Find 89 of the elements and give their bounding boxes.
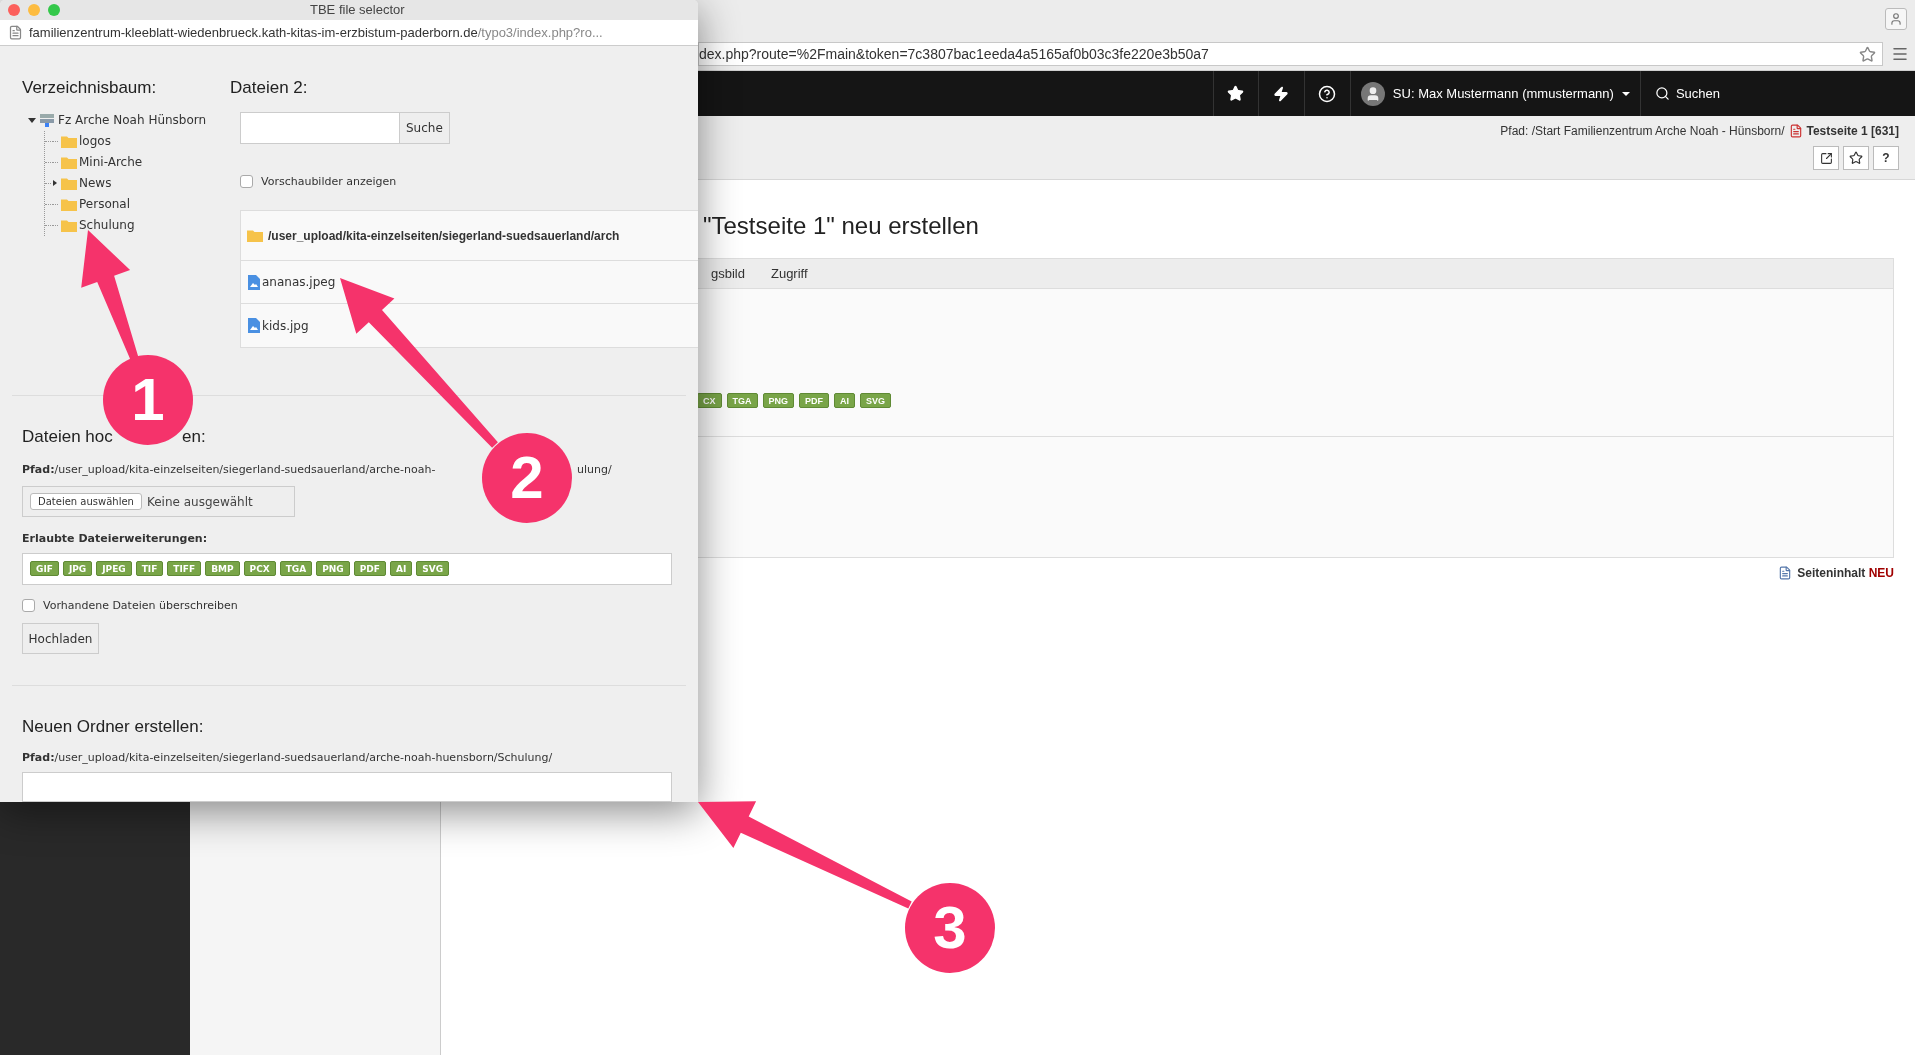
caret-icon [1621, 91, 1630, 96]
folder-icon [247, 229, 263, 242]
search-submit-button[interactable]: Suche [400, 111, 450, 144]
extension-tag: TIFF [167, 561, 202, 576]
extension-tag: JPG [62, 561, 93, 576]
window-title: TBE file selector [310, 1, 405, 20]
extension-tag: CX [697, 393, 722, 408]
no-file-selected-text: Keine ausgewählt [146, 493, 253, 511]
extension-tag: TGA [279, 561, 313, 576]
image-file-icon [248, 318, 260, 333]
extension-tag: PDF [353, 561, 386, 576]
checkbox[interactable] [22, 599, 35, 613]
form-tab[interactable]: Zugriff [758, 259, 820, 288]
address-bar[interactable]: dex.php?route=%2Fmain&token=7c3807bac1eeda4a5165af0b03c3fe220e3b50a7 [698, 42, 1883, 66]
search-button[interactable]: Suchen [1640, 71, 1915, 116]
person-icon [1889, 12, 1903, 26]
menu-icon[interactable] [1891, 45, 1909, 63]
extension-tag: SVG [860, 393, 892, 408]
profile-button[interactable] [1885, 8, 1907, 30]
open-in-new-window-button[interactable] [1813, 146, 1839, 170]
extension-tag: PCX [243, 561, 276, 576]
folder-tree-item[interactable]: logos [59, 132, 111, 150]
upload-button[interactable]: Hochladen [22, 623, 99, 654]
tree-root-item[interactable]: Fz Arche Noah Hünsborn [28, 109, 230, 131]
popup-url: familienzentrum-kleeblatt-wiedenbrueck.kath-kitas-im-erzbistum-paderborn.de/typo3/index.php?ro... [29, 23, 603, 42]
document-icon [8, 24, 23, 40]
folder-tree-item[interactable]: News [59, 174, 112, 192]
folder-icon [61, 155, 77, 169]
extension-tag: TGA [726, 393, 758, 408]
bookmark-star-icon[interactable] [1859, 45, 1876, 63]
url-text: dex.php?route=%2Fmain&token=7c3807bac1eeda4a5165af0b03c3fe220e3b50a7 [699, 44, 1210, 64]
search-input[interactable] [240, 111, 400, 144]
checkbox-label: Vorhandene Dateien überschreiben [43, 597, 238, 614]
zoom-window-button[interactable] [48, 3, 60, 16]
star-icon [1227, 85, 1245, 102]
folder-path: /user_upload/kita-einzelseiten/siegerland-suedsauerland/arch [268, 227, 620, 245]
form-tab[interactable]: gsbild [699, 259, 757, 288]
star-icon [1849, 151, 1863, 165]
folder-tree-item[interactable]: Personal [59, 195, 130, 213]
checkbox-label: Vorschaubilder anzeigen [261, 173, 397, 190]
folder-name-input[interactable] [22, 772, 672, 802]
bookmark-button[interactable] [1843, 146, 1869, 170]
new-content-link[interactable]: Seiteninhalt NEU [1797, 564, 1894, 582]
file-upload-field[interactable]: Dateien auswählen Keine ausgewählt [22, 486, 295, 517]
section-heading: Dateien 2: [230, 77, 309, 99]
folder-icon [61, 134, 77, 148]
help-icon [1318, 84, 1337, 103]
extension-tag: PNG [316, 561, 350, 576]
avatar-icon [1360, 81, 1385, 106]
folder-icon [61, 197, 77, 211]
page-icon [1788, 124, 1803, 138]
extension-tag: PDF [799, 393, 830, 408]
extension-tag: JPEG [96, 561, 132, 576]
user-name: SU: Max Mustermann (mmustermann) [1392, 84, 1614, 103]
extension-tag: AI [389, 561, 413, 576]
close-window-button[interactable] [8, 3, 20, 16]
extension-tag: PNG [762, 393, 795, 408]
help-button[interactable]: ? [1873, 146, 1899, 170]
path-text: ulung/ [577, 461, 612, 478]
folder-tree-item[interactable]: Mini-Arche [59, 153, 143, 171]
folder-icon [61, 218, 77, 232]
folder-tree-item[interactable]: Schulung [59, 216, 135, 234]
choose-files-button[interactable]: Dateien auswählen [30, 493, 142, 510]
lightning-icon [1273, 85, 1290, 102]
section-heading: Dateien hoc [22, 426, 114, 448]
extension-tag: AI [834, 393, 856, 408]
extension-tag: GIF [30, 561, 59, 576]
content-element-icon [1778, 566, 1793, 580]
callout-number: 3 [905, 883, 995, 973]
path-text: Pfad:/user_upload/kita-einzelseiten/siegerland-suedsauerland/arche-noah- [22, 461, 437, 478]
section-heading: Neuen Ordner erstellen: [22, 716, 205, 738]
field-label: Erlaubte Dateierweiterungen: [22, 531, 209, 547]
section-heading: Verzeichnisbaum: [22, 77, 158, 99]
extension-tag: TIF [135, 561, 164, 576]
image-file-icon [248, 274, 260, 290]
external-link-icon [1819, 151, 1833, 165]
expand-caret-icon[interactable] [53, 180, 57, 186]
section-heading: en: [182, 426, 206, 448]
breadcrumb-path: Pfad: /Start Familienzentrum Arche Noah - Hünsborn/ [1500, 123, 1785, 140]
checkbox[interactable] [240, 175, 253, 189]
extension-tag: SVG [416, 561, 450, 576]
folder-icon [61, 176, 77, 190]
file-name[interactable]: kids.jpg [262, 316, 309, 335]
path-text: Pfad:/user_upload/kita-einzelseiten/siegerland-suedsauerland/arche-noah-huensborn/Schulung/ [22, 749, 554, 766]
search-icon [1654, 86, 1670, 101]
file-name[interactable]: ananas.jpeg [262, 273, 336, 291]
server-icon [39, 113, 55, 127]
extension-tag: BMP [205, 561, 240, 576]
page-title: Testseite 1 [631] [1806, 123, 1899, 140]
